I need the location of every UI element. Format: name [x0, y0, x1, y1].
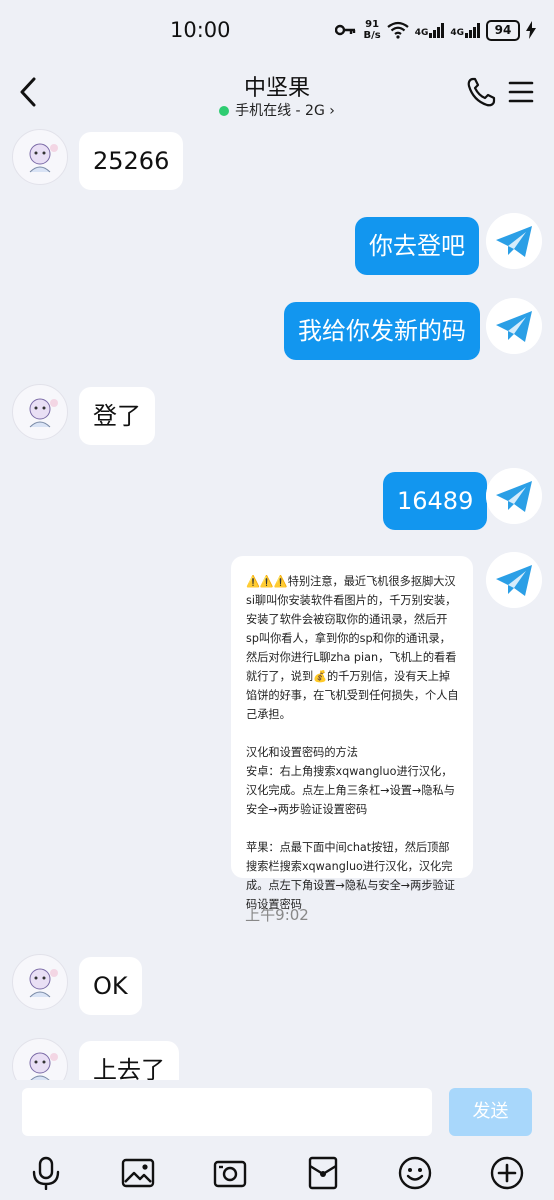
- message-timestamp: 上午9:02: [245, 906, 309, 924]
- key-icon: [335, 24, 356, 36]
- phone-icon[interactable]: [466, 76, 496, 108]
- telegram-plane-icon: [486, 552, 542, 608]
- contact-avatar[interactable]: [12, 1038, 68, 1080]
- wifi-icon: [387, 21, 409, 39]
- contact-avatar[interactable]: [12, 384, 68, 440]
- battery-indicator: 94: [486, 19, 520, 41]
- network-speed: 91 B/s: [363, 19, 380, 41]
- incoming-message[interactable]: OK: [79, 957, 142, 1015]
- camera-icon[interactable]: [213, 1156, 247, 1190]
- online-dot-icon: [219, 106, 230, 116]
- network-speed-unit: B/s: [363, 30, 381, 41]
- chat-message-list[interactable]: 25266 你去登吧 我给你发新的码 登了 16489 ⚠️⚠️⚠️特别注意，最…: [0, 126, 554, 1080]
- network-speed-value: 91: [365, 19, 380, 30]
- outgoing-message[interactable]: 我给你发新的码: [284, 302, 480, 360]
- outgoing-message[interactable]: 你去登吧: [355, 217, 479, 275]
- cartoon-avatar-icon: [29, 143, 58, 173]
- image-icon[interactable]: [121, 1156, 155, 1190]
- my-avatar[interactable]: [486, 468, 542, 524]
- microphone-icon[interactable]: [29, 1156, 63, 1190]
- outgoing-image-message[interactable]: ⚠️⚠️⚠️特别注意，最近飞机很多抠脚大汉si聊叫你安装软件看图片的，千万别安装…: [231, 556, 473, 911]
- contact-avatar[interactable]: [12, 954, 68, 1010]
- online-status-text: 手机在线 - 2G: [235, 103, 325, 119]
- network-type-1: 4G: [414, 28, 429, 38]
- status-time: 10:00: [170, 18, 231, 42]
- my-avatar[interactable]: [486, 298, 542, 354]
- status-icons: 91 B/s 4G 4G 94: [335, 16, 536, 44]
- message-input[interactable]: [22, 1088, 432, 1136]
- bottom-toolbar: [0, 1146, 554, 1200]
- cartoon-avatar-icon: [29, 398, 58, 428]
- network-type-2: 4G: [450, 28, 464, 38]
- message-input-bar: 发送: [0, 1080, 554, 1146]
- telegram-plane-icon: [486, 213, 542, 269]
- incoming-message[interactable]: 上去了: [79, 1041, 179, 1080]
- red-packet-icon[interactable]: [306, 1156, 340, 1190]
- status-bar: 10:00 91 B/s 4G 4G 94: [0, 0, 554, 60]
- telegram-plane-icon: [486, 298, 542, 354]
- plus-icon[interactable]: [490, 1156, 524, 1190]
- contact-avatar[interactable]: [12, 129, 68, 185]
- hamburger-menu-icon[interactable]: [508, 78, 534, 106]
- charging-icon: [526, 21, 536, 39]
- cartoon-avatar-icon: [29, 1052, 58, 1080]
- chevron-right-icon: ›: [329, 103, 335, 119]
- my-avatar[interactable]: [486, 552, 542, 608]
- incoming-message[interactable]: 登了: [79, 387, 155, 445]
- telegram-plane-icon: [486, 468, 542, 524]
- send-button[interactable]: 发送: [449, 1088, 532, 1136]
- cartoon-avatar-icon: [29, 968, 58, 998]
- outgoing-message[interactable]: 16489: [383, 472, 488, 530]
- chat-header: 中坚果 手机在线 - 2G ›: [0, 60, 554, 126]
- emoji-icon[interactable]: [398, 1156, 432, 1190]
- image-message-text: ⚠️⚠️⚠️特别注意，最近飞机很多抠脚大汉si聊叫你安装软件看图片的，千万别安装…: [246, 575, 459, 911]
- my-avatar[interactable]: [486, 213, 542, 269]
- signal-icon: 4G: [450, 22, 480, 38]
- incoming-message[interactable]: 25266: [79, 132, 184, 190]
- signal-icon: 4G: [415, 22, 445, 38]
